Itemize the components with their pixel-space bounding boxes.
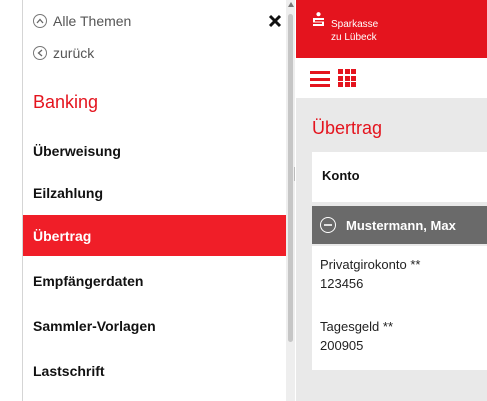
account-number: 123456 <box>320 276 364 291</box>
page-title: Übertrag <box>312 118 383 138</box>
minus-circle-icon <box>320 217 336 233</box>
scrollbar-thumb[interactable] <box>288 14 293 342</box>
nav-item-label: Übertrag <box>33 227 92 244</box>
all-topics-label: Alle Themen <box>53 13 132 29</box>
back-link[interactable]: zurück <box>33 45 94 61</box>
account-name: Privatgirokonto ** <box>320 257 421 272</box>
nav-item-label: Empfängerdaten <box>33 272 144 289</box>
back-label: zurück <box>53 45 95 61</box>
nav-item-label: Überweisung <box>33 142 121 159</box>
grid-icon[interactable] <box>338 69 356 87</box>
side-menu: Alle Themen zurück Banking Überweisung E… <box>0 0 290 401</box>
account-owner-name: Mustermann, Max <box>346 217 456 233</box>
nav-item-ueberweisung[interactable]: Überweisung <box>23 130 286 171</box>
chevron-up-circle-icon <box>33 14 47 28</box>
sparkasse-logo-icon <box>313 12 324 26</box>
nav-item-lastschrift[interactable]: Lastschrift <box>23 350 286 391</box>
brand-name: Sparkasse zu Lübeck <box>331 19 379 43</box>
all-topics-link[interactable]: Alle Themen <box>33 13 131 29</box>
account-name: Tagesgeld ** <box>320 319 393 334</box>
account-item-privatgiro[interactable]: Privatgirokonto ** 123456 <box>312 246 487 308</box>
app-header: Sparkasse zu Lübeck <box>296 0 487 58</box>
nav-item-empfaengerdaten[interactable]: Empfängerdaten <box>23 260 286 301</box>
nav-item-eilzahlung[interactable]: Eilzahlung <box>23 172 286 213</box>
konto-label: Konto <box>322 168 360 183</box>
nav-item-uebertrag[interactable]: Übertrag <box>23 215 286 256</box>
account-number: 200905 <box>320 338 364 353</box>
konto-header: Konto <box>312 152 487 202</box>
scroll-up-arrow-icon[interactable] <box>288 2 294 7</box>
nav-item-label: Eilzahlung <box>33 184 103 201</box>
account-owner-toggle[interactable]: Mustermann, Max <box>312 206 487 244</box>
section-title: Banking <box>33 92 99 112</box>
close-icon <box>268 14 282 28</box>
account-item-tagesgeld[interactable]: Tagesgeld ** 200905 <box>312 308 487 370</box>
nav-item-sammler-vorlagen[interactable]: Sammler-Vorlagen <box>23 305 286 346</box>
hamburger-menu-icon[interactable] <box>310 71 330 87</box>
chevron-left-circle-icon <box>33 46 47 60</box>
nav-item-label: Sammler-Vorlagen <box>33 317 156 334</box>
nav-item-label: Lastschrift <box>33 362 105 379</box>
close-menu-button[interactable] <box>266 12 284 30</box>
